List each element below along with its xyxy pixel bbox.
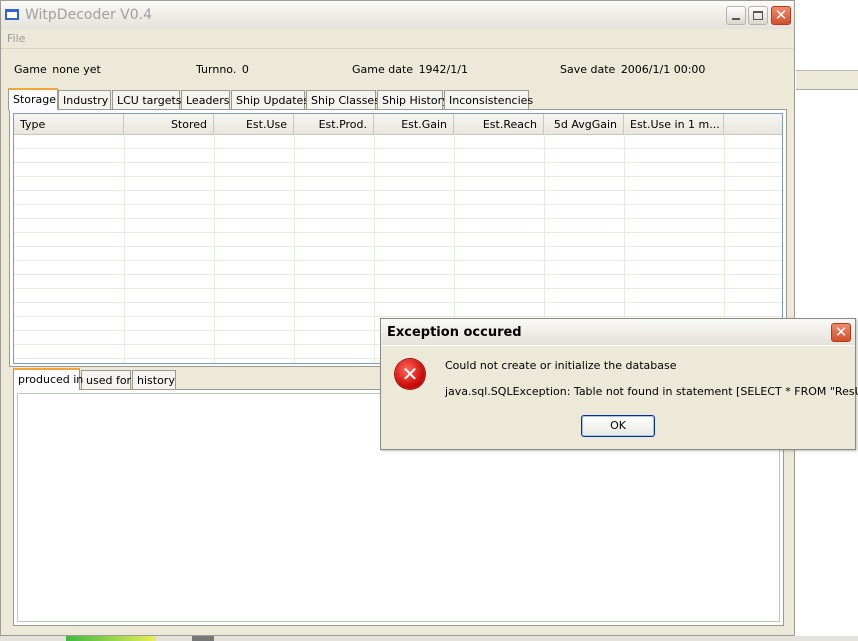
grid-row-line [14, 260, 782, 261]
grid-row-line [14, 246, 782, 247]
col-5d-avg-gain[interactable]: 5d AvgGain [544, 114, 624, 134]
game-date-value: 1942/1/1 [418, 63, 468, 76]
tab-history[interactable]: history [132, 370, 176, 389]
turn-label: Turnno. [196, 63, 237, 76]
tab-lcu-targets[interactable]: LCU targets [112, 90, 182, 109]
turn-value: 0 [241, 63, 249, 76]
window-title: WitpDecoder V0.4 [25, 7, 153, 23]
game-label: Game [14, 63, 47, 76]
game-info: Game none yet [14, 63, 101, 76]
save-date-label: Save date [560, 63, 616, 76]
grid-row-line [14, 190, 782, 191]
dialog-title-bar[interactable]: Exception occured ✕ [381, 319, 855, 345]
grid-row-line [14, 288, 782, 289]
grid-row-line [14, 204, 782, 205]
minimize-button[interactable] [726, 6, 746, 25]
taskbar-item [192, 636, 214, 641]
grid-row-line [14, 274, 782, 275]
dialog-body: ✕ Could not create or initialize the dat… [382, 345, 858, 448]
ok-button[interactable]: OK [581, 415, 655, 437]
col-est-reach[interactable]: Est.Reach [454, 114, 544, 134]
grid-col-line [294, 134, 295, 363]
tab-produced-in[interactable]: produced in [13, 368, 83, 390]
grid-row-line [14, 218, 782, 219]
menu-bar: File [1, 29, 794, 49]
col-est-use-1m[interactable]: Est.Use in 1 m... [624, 114, 724, 134]
tab-ship-classes[interactable]: Ship Classes [306, 90, 380, 109]
menu-file[interactable]: File [7, 32, 25, 45]
tab-used-for[interactable]: used for [81, 370, 131, 389]
taskbar-item [66, 636, 156, 641]
col-est-prod[interactable]: Est.Prod. [294, 114, 374, 134]
save-date-value: 2006/1/1 00:00 [620, 63, 706, 76]
tab-leaders[interactable]: Leaders [181, 90, 230, 109]
close-icon: ✕ [774, 6, 788, 24]
grid-row-line [14, 232, 782, 233]
grid-row-line [14, 162, 782, 163]
tab-inconsistencies[interactable]: Inconsistencies [444, 90, 533, 109]
grid-row-line [14, 176, 782, 177]
col-stored[interactable]: Stored [124, 114, 214, 134]
col-est-gain[interactable]: Est.Gain [374, 114, 454, 134]
turn-info: Turnno. 0 [196, 63, 249, 76]
tab-ship-updates[interactable]: Ship Updates [231, 90, 309, 109]
minimize-icon [732, 18, 740, 20]
col-est-use[interactable]: Est.Use [214, 114, 294, 134]
grid-row-line [14, 302, 782, 303]
title-bar[interactable]: WitpDecoder V0.4 ✕ [1, 1, 794, 29]
col-type[interactable]: Type [14, 114, 124, 134]
close-icon: ✕ [834, 323, 848, 341]
maximize-icon [753, 11, 763, 20]
tab-ship-history[interactable]: Ship History [377, 90, 449, 109]
close-button[interactable]: ✕ [771, 6, 791, 25]
grid-row-line [14, 148, 782, 149]
grid-col-line [374, 134, 375, 363]
game-value: none yet [52, 63, 101, 76]
tab-industry[interactable]: Industry [58, 90, 111, 109]
grid-row-line [14, 316, 782, 317]
taskbar-edge [0, 636, 858, 641]
game-date-label: Game date [352, 63, 414, 76]
maximize-button[interactable] [748, 6, 768, 25]
tab-storage[interactable]: Storage [8, 88, 58, 110]
background-window-strip [796, 70, 858, 90]
game-date-info: Game date 1942/1/1 [352, 63, 468, 76]
grid-col-line [124, 134, 125, 363]
table-header: Type Stored Est.Use Est.Prod. Est.Gain E… [14, 114, 782, 135]
dialog-title: Exception occured [387, 325, 522, 340]
exception-dialog: Exception occured ✕ ✕ Could not create o… [380, 318, 858, 450]
dialog-close-button[interactable]: ✕ [831, 323, 851, 342]
dialog-message: Could not create or initialize the datab… [445, 359, 677, 372]
dialog-detail: java.sql.SQLException: Table not found i… [445, 385, 858, 398]
grid-col-line [214, 134, 215, 363]
save-date-info: Save date 2006/1/1 00:00 [560, 63, 705, 76]
error-icon: ✕ [395, 359, 425, 389]
app-window-icon [5, 9, 19, 20]
